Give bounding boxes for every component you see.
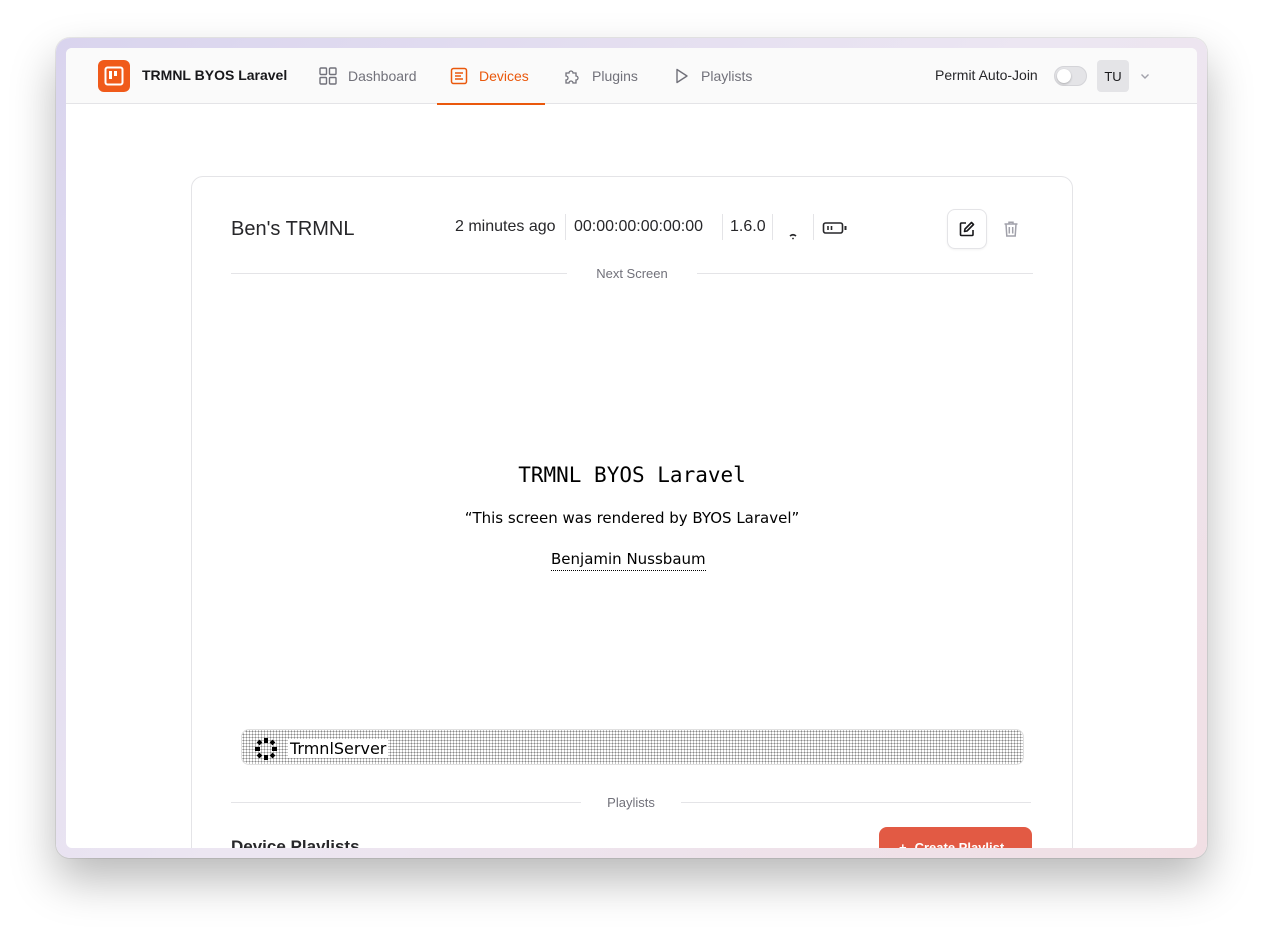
divider-line <box>681 802 1031 803</box>
list-icon <box>450 67 468 85</box>
meta-separator <box>772 214 773 240</box>
nav-playlists[interactable]: Playlists <box>659 48 764 104</box>
screen-preview-title: TRMNL BYOS Laravel <box>518 463 746 487</box>
nav-devices[interactable]: Devices <box>437 48 545 105</box>
puzzle-icon <box>565 70 579 84</box>
device-playlists-title: Device Playlists <box>231 837 360 848</box>
nav-dashboard[interactable]: Dashboard <box>306 48 429 104</box>
screen-preview-quote: “This screen was rendered by BYOS Larave… <box>464 509 800 527</box>
screen-preview-title-bar-label: TrmnlServer <box>288 739 389 758</box>
divider-line <box>231 273 567 274</box>
edit-icon <box>959 221 975 237</box>
trmnl-logo-icon <box>104 66 124 86</box>
nav-dashboard-label: Dashboard <box>348 68 417 84</box>
nav-plugins-label: Plugins <box>592 68 638 84</box>
battery-icon <box>822 222 847 234</box>
user-avatar[interactable]: TU <box>1097 60 1129 92</box>
nav-plugins[interactable]: Plugins <box>550 48 650 104</box>
permit-auto-join-label: Permit Auto-Join <box>935 67 1038 83</box>
playlists-heading: Playlists <box>607 795 655 810</box>
top-navbar: TRMNL BYOS Laravel Dashboard Devices Plu… <box>66 48 1197 105</box>
chevron-down-icon[interactable] <box>1139 70 1151 82</box>
plus-icon: + <box>899 840 907 848</box>
trmnl-server-icon <box>255 738 277 760</box>
edit-device-button[interactable] <box>947 209 987 249</box>
device-card: Ben's TRMNL 2 minutes ago 00:00:00:00:00… <box>191 176 1073 848</box>
nav-devices-label: Devices <box>479 68 529 84</box>
grid-icon <box>319 67 337 85</box>
wifi-icon <box>789 233 797 240</box>
create-playlist-button[interactable]: + Create Playlist <box>879 827 1032 848</box>
brand-name[interactable]: TRMNL BYOS Laravel <box>142 67 287 83</box>
next-screen-heading: Next Screen <box>596 266 668 281</box>
browser-window: TRMNL BYOS Laravel Dashboard Devices Plu… <box>66 48 1197 848</box>
screen-preview-author: Benjamin Nussbaum <box>551 550 706 571</box>
app-logo[interactable] <box>98 60 130 92</box>
meta-separator <box>722 214 723 240</box>
delete-device-button[interactable] <box>1001 219 1021 239</box>
nav-playlists-label: Playlists <box>701 68 753 84</box>
create-playlist-label: Create Playlist <box>914 840 1005 848</box>
device-name: Ben's TRMNL <box>231 218 355 240</box>
divider-line <box>231 802 581 803</box>
meta-separator <box>565 214 566 240</box>
device-firmware-version: 1.6.0 <box>730 218 766 235</box>
screen-preview-title-bar: TrmnlServer <box>241 729 1024 765</box>
meta-separator <box>813 214 814 240</box>
device-mac-address: 00:00:00:00:00:00 <box>574 218 704 235</box>
device-last-seen: 2 minutes ago <box>455 218 556 235</box>
play-icon <box>676 68 688 84</box>
divider-line <box>697 273 1033 274</box>
permit-auto-join-toggle[interactable] <box>1054 66 1087 86</box>
